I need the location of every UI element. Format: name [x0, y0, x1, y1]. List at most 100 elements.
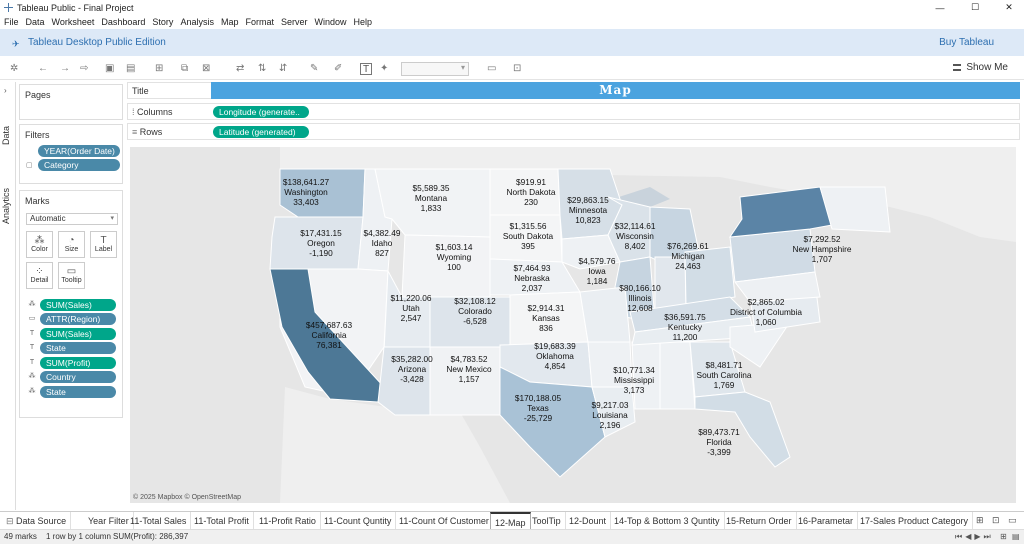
- mark-field-country[interactable]: Country: [40, 371, 116, 383]
- marks-color-button[interactable]: ⁂ Color: [26, 231, 53, 258]
- state-label-louisiana[interactable]: $9,217.03 Louisiana 2,196: [592, 400, 629, 430]
- state-label-montana[interactable]: $5,589.35 Montana 1,833: [413, 183, 450, 213]
- state-label-wisconsin[interactable]: $32,114.61 Wisconsin 8,402: [615, 221, 656, 251]
- tab-analytics[interactable]: Analytics: [1, 186, 15, 226]
- minimize-button[interactable]: —: [925, 0, 955, 15]
- state-label-utah[interactable]: $11,220.06 Utah 2,547: [391, 293, 432, 323]
- state-label-south-carolina[interactable]: $8,481.71 South Carolina 1,769: [697, 360, 752, 390]
- close-button[interactable]: ✕: [994, 0, 1024, 15]
- fit-dropdown[interactable]: [401, 62, 469, 76]
- tab-dount[interactable]: 12-Dount: [565, 512, 612, 530]
- menu-analysis[interactable]: Analysis: [180, 17, 214, 27]
- menu-server[interactable]: Server: [281, 17, 308, 27]
- tab-data[interactable]: Data: [1, 120, 15, 150]
- state-label-colorado[interactable]: $32,108.12 Colorado -6,528: [454, 296, 496, 326]
- buy-tableau-link[interactable]: Buy Tableau: [939, 37, 994, 48]
- map-attribution[interactable]: © 2025 Mapbox © OpenStreetMap: [133, 494, 241, 501]
- state-label-kentucky[interactable]: $36,591.75 Kentucky 11,200: [664, 312, 706, 342]
- new-worksheet-icon[interactable]: ⊞: [155, 63, 163, 75]
- menu-window[interactable]: Window: [315, 17, 347, 27]
- state-label-minnesota[interactable]: $29,863.15 Minnesota 10,823: [567, 195, 609, 225]
- tableau-home-icon[interactable]: ✲: [10, 63, 18, 75]
- undo-icon[interactable]: ←: [38, 63, 48, 75]
- maximize-button[interactable]: ☐: [960, 0, 990, 15]
- rows-shelf[interactable]: ≡ Rows Latitude (generated): [127, 123, 1020, 140]
- mark-field-sum-sales-color[interactable]: SUM(Sales): [40, 299, 116, 311]
- menu-file[interactable]: File: [4, 17, 19, 27]
- presentation-mode-icon[interactable]: ⊡: [513, 63, 521, 75]
- grid-view-icon[interactable]: ⊞: [1000, 530, 1007, 544]
- menu-story[interactable]: Story: [152, 17, 173, 27]
- collapse-arrow-icon[interactable]: ›: [4, 86, 7, 95]
- menu-worksheet[interactable]: Worksheet: [52, 17, 95, 27]
- menu-format[interactable]: Format: [245, 17, 274, 27]
- state-label-washington[interactable]: $138,641.27 Washington 33,403: [283, 177, 329, 207]
- filter-category[interactable]: Category: [38, 159, 120, 171]
- map-view[interactable]: $138,641.27 Washington 33,403 $5,589.35 Mon…: [130, 147, 1016, 503]
- state-label-iowa[interactable]: $4,579.76 Iowa 1,184: [579, 256, 616, 286]
- filters-pane[interactable]: Filters YEAR(Order Date) ▢ Category: [19, 124, 123, 184]
- redo-icon[interactable]: →: [60, 63, 70, 75]
- state-label-california[interactable]: $457,687.63 California 76,381: [306, 320, 352, 350]
- new-worksheet-tab-icon[interactable]: ⊞: [976, 515, 984, 526]
- tab-parametar[interactable]: 16-Parametar: [794, 512, 859, 530]
- show-labels-icon[interactable]: T: [360, 63, 372, 75]
- new-datasource-icon[interactable]: ▤: [126, 63, 135, 75]
- swap-axes-icon[interactable]: ⇄: [236, 63, 244, 75]
- clear-sheet-icon[interactable]: ⊠: [202, 63, 210, 75]
- state-label-florida[interactable]: $89,473.71 Florida -3,399: [698, 427, 740, 457]
- state-label-michigan[interactable]: $76,269.61 Michigan 24,463: [667, 241, 709, 271]
- state-label-illinois[interactable]: $80,166.10 Illinois 12,608: [619, 283, 661, 313]
- state-label-mississippi[interactable]: $10,771.34 Mississippi 3,173: [613, 365, 655, 395]
- tab-sales-product-category[interactable]: 17-Sales Product Category: [856, 512, 974, 530]
- presentation-cards-icon[interactable]: ▭: [487, 63, 496, 75]
- mark-field-sum-sales-label[interactable]: SUM(Sales): [40, 328, 116, 340]
- tab-tooltip[interactable]: ToolTip: [528, 512, 566, 530]
- mark-field-state-detail[interactable]: State: [40, 386, 116, 398]
- tab-profit-ratio[interactable]: 11-Profit Ratio: [255, 512, 321, 530]
- filter-year-order-date[interactable]: YEAR(Order Date): [38, 145, 120, 157]
- state-label-arizona[interactable]: $35,282.00 Arizona -3,428: [391, 354, 433, 384]
- mark-field-attr-region[interactable]: ATTR(Region): [40, 313, 116, 325]
- state-label-texas[interactable]: $170,188.05 Texas -25,729: [515, 393, 561, 423]
- columns-shelf[interactable]: ⁞ Columns Longitude (generate..: [127, 103, 1020, 120]
- show-me-button[interactable]: Show Me: [953, 62, 1008, 73]
- menu-map[interactable]: Map: [221, 17, 239, 27]
- state-label-wyoming[interactable]: $1,603.14 Wyoming 100: [436, 242, 473, 272]
- tab-count-of-customer[interactable]: 11-Count Of Customer: [395, 512, 494, 530]
- mark-field-sum-profit[interactable]: SUM(Profit): [40, 357, 116, 369]
- duplicate-sheet-icon[interactable]: ⧉: [181, 63, 188, 75]
- state-label-nebraska[interactable]: $7,464.93 Nebraska 2,037: [514, 263, 551, 293]
- marks-label-button[interactable]: T Label: [90, 231, 117, 258]
- state-label-new-hampshire[interactable]: $7,292.52 New Hampshire 1,707: [792, 234, 851, 264]
- filmstrip-view-icon[interactable]: ▤: [1012, 530, 1020, 544]
- state-label-new-mexico[interactable]: $4,783.52 New Mexico 1,157: [446, 354, 491, 384]
- state-label-district-of-columbia[interactable]: $2,865.02 District of Columbia 1,060: [730, 297, 802, 327]
- mark-field-state-label[interactable]: State: [40, 342, 116, 354]
- sort-descending-icon[interactable]: ⇵: [279, 63, 287, 75]
- state-label-kansas[interactable]: $2,914.31 Kansas 836: [528, 303, 565, 333]
- menu-help[interactable]: Help: [354, 17, 373, 27]
- tab-data-source[interactable]: ⊟ Data Source: [2, 512, 72, 530]
- columns-pill-longitude[interactable]: Longitude (generate..: [213, 106, 309, 118]
- mark-type-dropdown[interactable]: Automatic: [26, 213, 118, 225]
- state-label-oregon[interactable]: $17,431.15 Oregon -1,190: [300, 228, 342, 258]
- rows-pill-latitude[interactable]: Latitude (generated): [213, 126, 309, 138]
- new-dashboard-tab-icon[interactable]: ⊡: [992, 515, 1000, 526]
- state-label-north-dakota[interactable]: $919.91 North Dakota 230: [507, 177, 556, 207]
- tab-total-sales[interactable]: 11-Total Sales: [126, 512, 192, 530]
- new-story-tab-icon[interactable]: ▭: [1008, 515, 1017, 526]
- save-icon[interactable]: ▣: [105, 63, 114, 75]
- tab-total-profit[interactable]: 11-Total Profit: [190, 512, 254, 530]
- tab-top-bottom-quntity[interactable]: 14-Top & Bottom 3 Quntity: [610, 512, 725, 530]
- marks-detail-button[interactable]: ⁘ Detail: [26, 262, 53, 289]
- state-label-idaho[interactable]: $4,382.49 Idaho 827: [364, 228, 401, 258]
- state-label-south-dakota[interactable]: $1,315.56 South Dakota 395: [503, 221, 553, 251]
- highlight-icon[interactable]: ✎: [310, 63, 318, 75]
- state-label-oklahoma[interactable]: $19,683.39 Oklahoma 4,854: [534, 341, 576, 371]
- marks-size-button[interactable]: ◔ Size: [58, 231, 85, 258]
- sheet-title[interactable]: Map: [211, 82, 1020, 99]
- sort-ascending-icon[interactable]: ⇅: [258, 63, 266, 75]
- tab-map[interactable]: 12-Map: [490, 512, 531, 530]
- sheet-navigation-icons[interactable]: ⏮◀▶⏭: [955, 530, 994, 544]
